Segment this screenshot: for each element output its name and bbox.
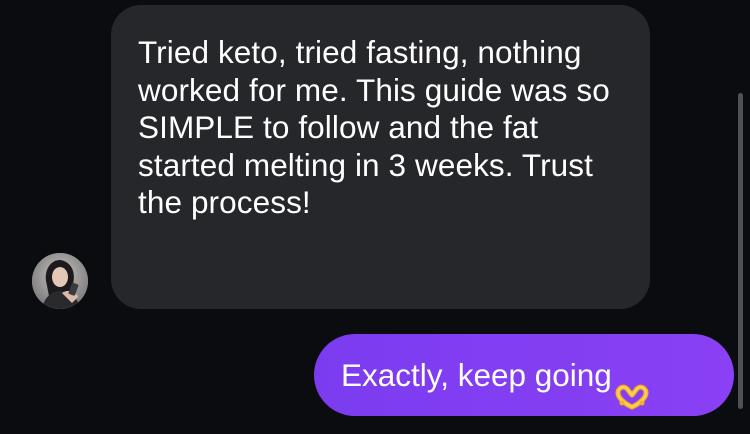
- chat-thread: Tried keto, tried fasting, nothing worke…: [0, 0, 750, 434]
- incoming-message-bubble[interactable]: Tried keto, tried fasting, nothing worke…: [111, 5, 650, 309]
- outgoing-message-text: Exactly, keep going: [341, 357, 612, 393]
- incoming-message-text: Tried keto, tried fasting, nothing worke…: [138, 34, 610, 221]
- scrollbar[interactable]: [738, 93, 743, 409]
- heart-hands-icon: [614, 359, 650, 410]
- sender-avatar[interactable]: [32, 253, 88, 309]
- outgoing-message-bubble[interactable]: Exactly, keep going: [314, 334, 734, 416]
- avatar-photo-icon: [32, 253, 88, 309]
